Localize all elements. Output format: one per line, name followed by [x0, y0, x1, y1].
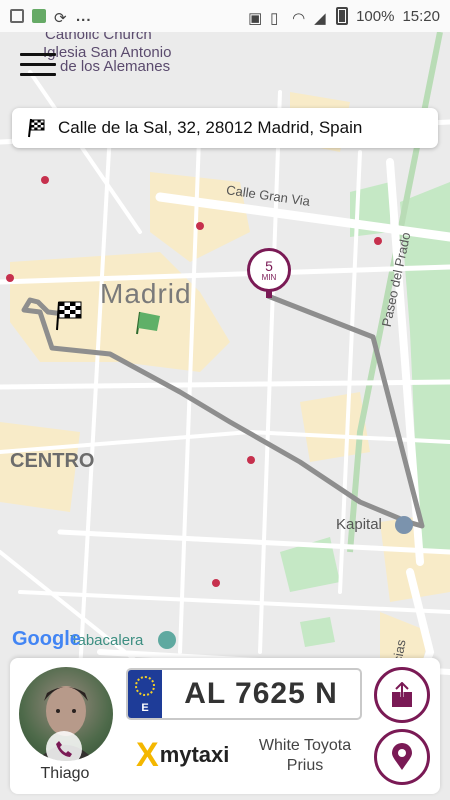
- map-label-centro: CENTRO: [10, 450, 95, 472]
- car-line-1: White Toyota: [258, 737, 352, 754]
- brand-mark: X: [136, 736, 159, 774]
- image-icon: [10, 9, 24, 23]
- plate-eu-band: E: [128, 670, 162, 718]
- eta-circle: 5 MIN: [247, 248, 291, 292]
- battery-level: 100%: [356, 7, 395, 25]
- driver-name: Thiago: [40, 765, 90, 782]
- status-right: ▣ ▯ ◠ ◢ 100% 15:20: [248, 7, 440, 27]
- location-button[interactable]: [374, 729, 430, 785]
- hamburger-icon-line: [20, 63, 56, 66]
- plate-number: AL 7625 N: [184, 677, 338, 710]
- sync-icon: ⟳: [54, 10, 67, 27]
- hamburger-icon-line: [20, 73, 56, 76]
- destination-bar[interactable]: Calle de la Sal, 32, 28012 Madrid, Spain: [12, 108, 438, 148]
- eu-stars-icon: [135, 676, 155, 696]
- phone-icon: [56, 741, 72, 757]
- clock: 15:20: [402, 7, 440, 25]
- signal-icon: ◢: [314, 10, 326, 27]
- license-plate: E AL 7625 N: [126, 668, 362, 720]
- google-logo: Google: [12, 628, 81, 651]
- brand-name: mytaxi: [159, 742, 230, 767]
- brand-logo: X mytaxi: [136, 738, 229, 772]
- car-line-2: Prius: [286, 757, 324, 774]
- eta-marker: 5 MIN: [247, 248, 291, 302]
- eta-pointer: [266, 290, 272, 298]
- game-icon: [32, 9, 46, 23]
- destination-address: Calle de la Sal, 32, 28012 Madrid, Spain: [58, 118, 363, 137]
- battery-icon: [336, 7, 349, 25]
- map-label-church-1: Catholic Church: [45, 32, 152, 43]
- status-bar: ⟳ ... ▣ ▯ ◠ ◢ 100% 15:20: [0, 0, 450, 32]
- car-description: White Toyota Prius: [246, 736, 364, 776]
- map-label-madrid: Madrid: [100, 278, 192, 309]
- hamburger-icon: [20, 53, 56, 56]
- share-icon: [392, 682, 412, 707]
- overflow-text: ...: [76, 7, 92, 25]
- driver-card: Thiago E AL 7625 N X mytaxi White Toyota…: [10, 658, 440, 794]
- google-logo-text: Google: [12, 628, 81, 650]
- checkered-flag-icon: [28, 118, 45, 138]
- map-label-church-3: de los Alemanes: [60, 58, 171, 75]
- call-driver-button[interactable]: [46, 731, 82, 767]
- eta-value: 5: [265, 257, 273, 274]
- map-label-kapital[interactable]: Kapital: [336, 516, 382, 533]
- eta-unit: MIN: [261, 272, 277, 282]
- status-left: ⟳ ...: [10, 7, 92, 27]
- wifi-icon: ◠: [292, 10, 306, 27]
- map-label-tabacalera[interactable]: Tabacalera: [70, 632, 143, 649]
- plate-country-code: E: [141, 702, 149, 714]
- vibrate-icon: ▯: [270, 10, 279, 27]
- share-button[interactable]: [374, 667, 430, 723]
- screenshot-icon: ▣: [248, 10, 263, 27]
- location-pin-icon: [392, 743, 412, 770]
- menu-button[interactable]: [20, 53, 56, 81]
